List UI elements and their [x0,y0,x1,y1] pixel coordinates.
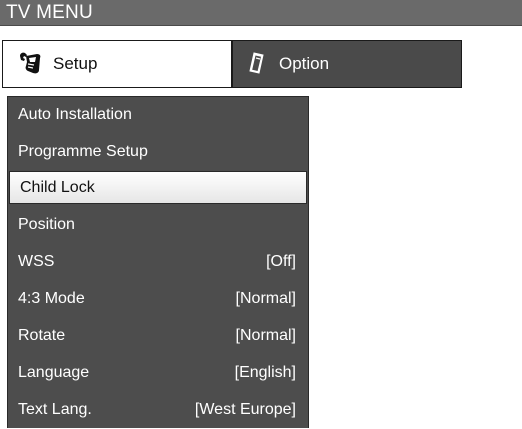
menu-item-label: Position [18,216,75,233]
menu-item-label: Language [18,364,90,381]
menu-item-label: Child Lock [20,179,95,196]
menu-item-position[interactable]: Position [8,207,308,244]
wrench-hand-icon [17,50,43,76]
menu-item-language[interactable]: Language [English] [8,355,308,392]
menu-tabs: Setup Option [2,40,462,90]
remote-control-icon [245,50,271,76]
menu-item-text-lang[interactable]: Text Lang. [West Europe] [8,392,308,429]
tab-option-label: Option [279,54,330,73]
setup-menu-list: Auto Installation Programme Setup Child … [7,96,309,428]
menu-item-label: 4:3 Mode [18,290,85,307]
menu-item-label: Rotate [18,327,66,344]
menu-item-value: [West Europe] [194,401,296,418]
menu-item-label: WSS [18,253,55,270]
menu-item-value: [Normal] [235,290,296,307]
menu-item-auto-installation[interactable]: Auto Installation [8,97,308,134]
tab-option[interactable]: Option [232,40,462,88]
menu-item-wss[interactable]: WSS [Off] [8,244,308,281]
menu-item-value: [English] [234,364,296,381]
menu-item-label: Text Lang. [18,401,92,418]
menu-item-label: Programme Setup [18,143,148,160]
tab-setup-label: Setup [53,54,98,73]
menu-item-value: [Normal] [235,327,296,344]
menu-item-4-3-mode[interactable]: 4:3 Mode [Normal] [8,281,308,318]
menu-item-programme-setup[interactable]: Programme Setup [8,134,308,171]
menu-item-rotate[interactable]: Rotate [Normal] [8,318,308,355]
menu-item-child-lock[interactable]: Child Lock [9,171,307,204]
tab-setup[interactable]: Setup [2,40,232,88]
menu-item-value: [Off] [266,253,296,270]
menu-item-label: Auto Installation [18,106,132,123]
menu-title: TV MENU [6,2,93,23]
menu-title-bar: TV MENU [0,0,522,26]
